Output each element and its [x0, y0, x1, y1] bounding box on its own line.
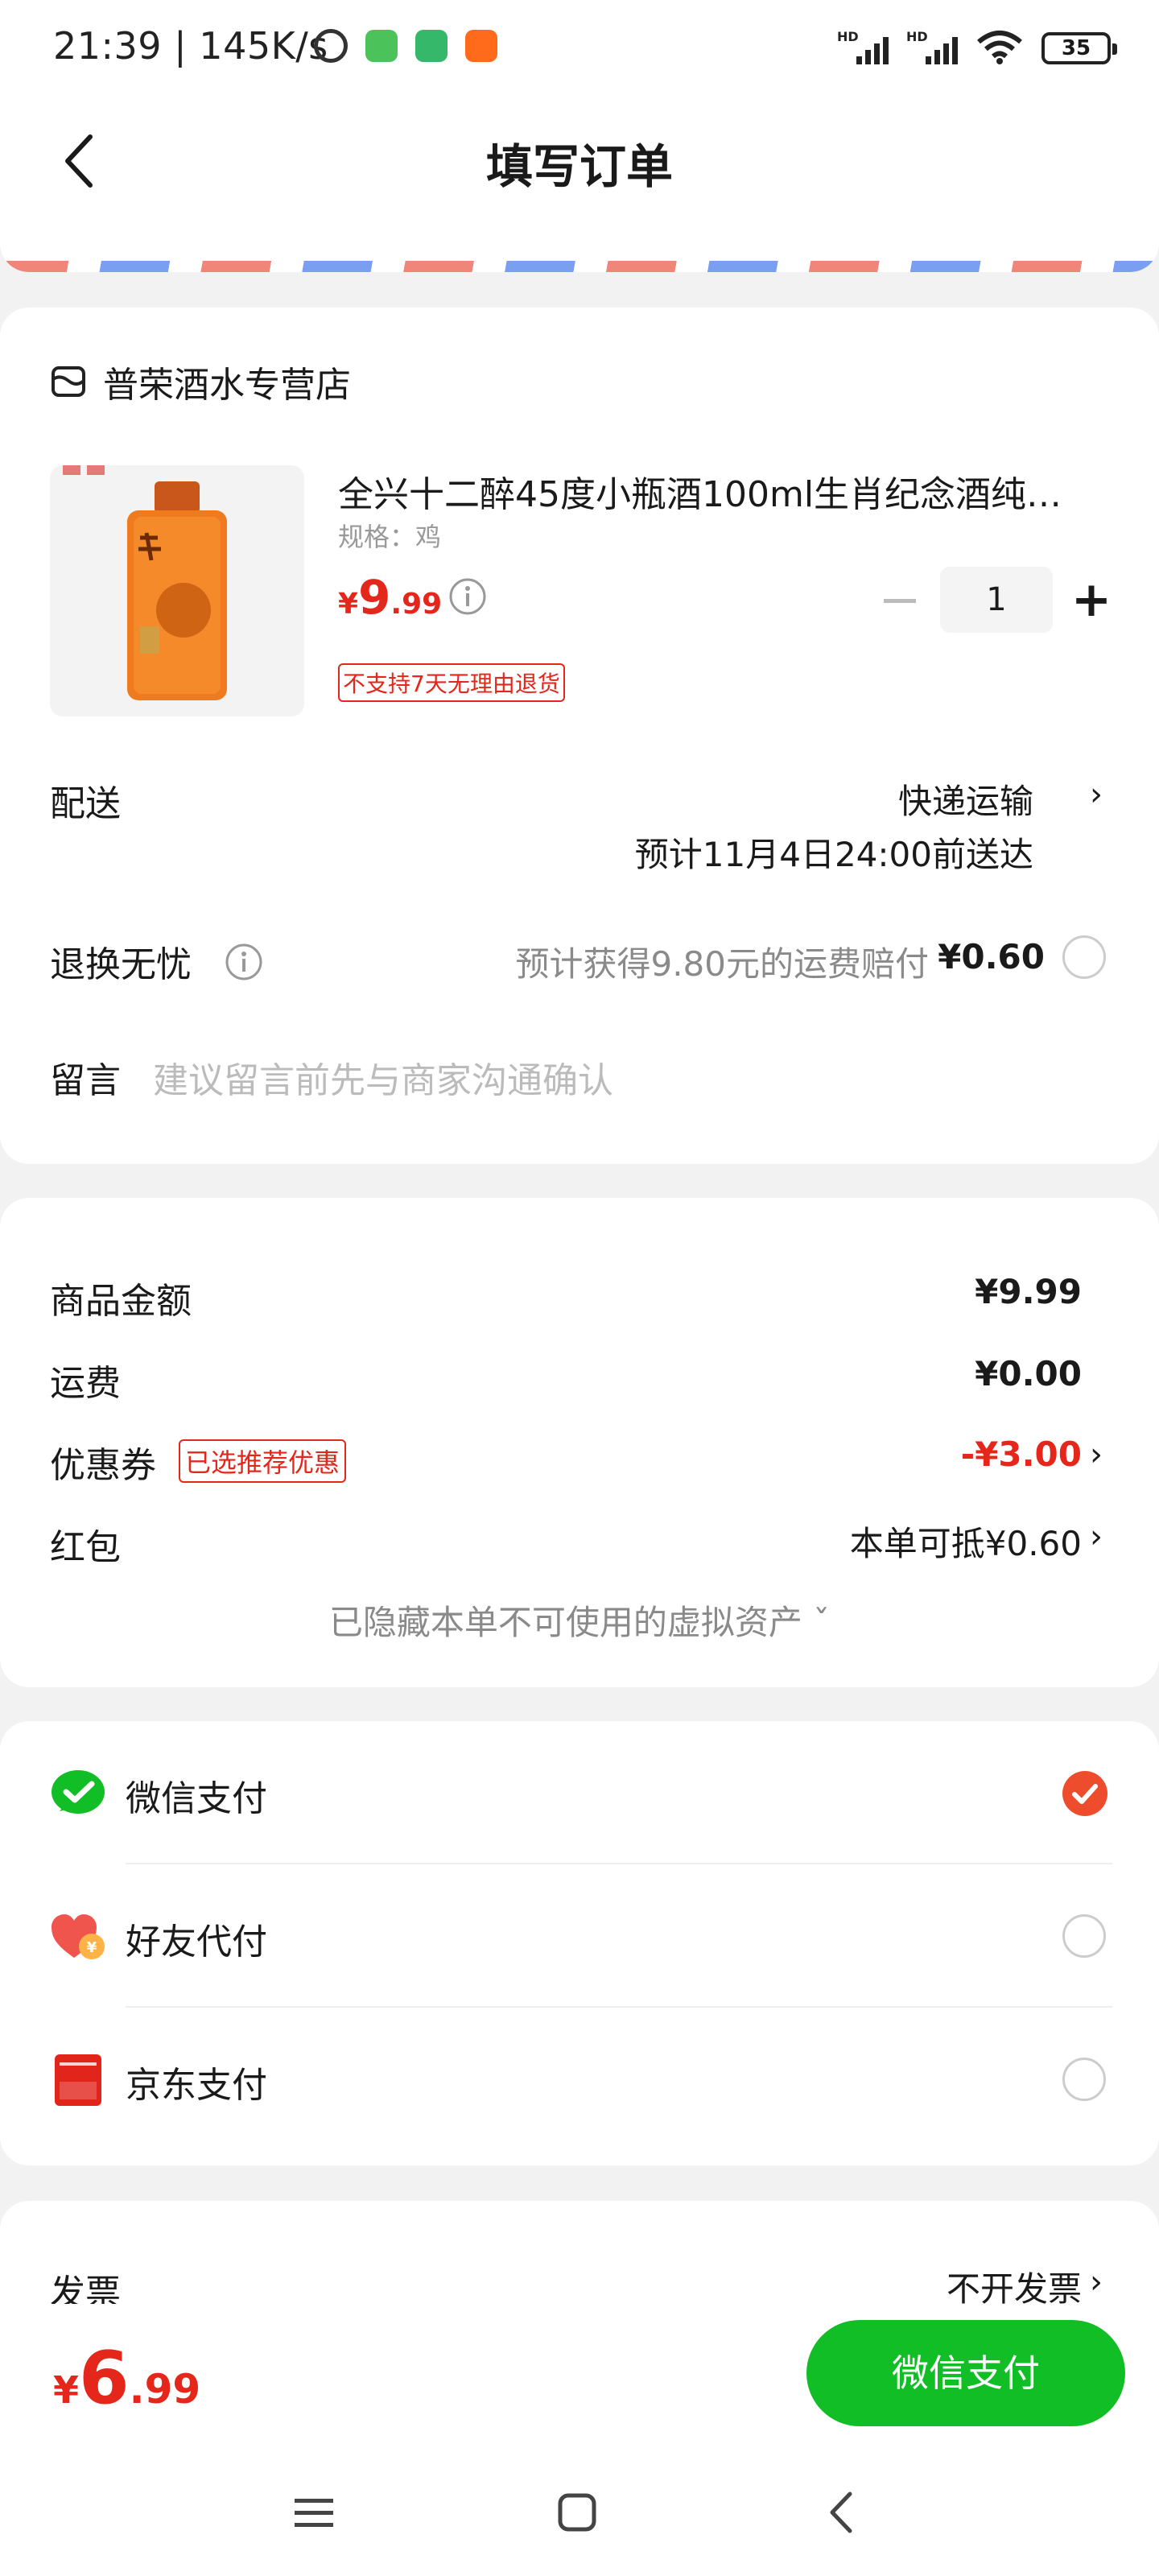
message-input[interactable]: 建议留言前先与商家沟通确认	[153, 1051, 613, 1103]
payment-label-friend: 好友代付	[126, 1922, 267, 1963]
quantity-plus-button[interactable]: +	[1069, 570, 1114, 630]
price-info-icon[interactable]	[448, 576, 488, 617]
checkout-bar: ¥6.99 微信支付	[0, 2304, 1159, 2576]
shipping-value: ¥0.00	[975, 1354, 1082, 1393]
total-price: ¥6.99	[53, 2336, 201, 2421]
alarm-icon	[314, 29, 348, 63]
coupon-value[interactable]: -¥3.00	[961, 1435, 1082, 1474]
app-notification-icon	[415, 30, 448, 62]
nav-bar: 填写订单	[0, 100, 1159, 221]
coupon-badge: 已选推荐优惠	[179, 1439, 347, 1483]
wechat-pay-icon	[52, 1770, 105, 1814]
hidden-assets-toggle[interactable]: 已隐藏本单不可使用的虚拟资产 ˇ	[0, 1596, 1159, 1645]
order-card: 普荣酒水专营店 全兴十二醉45度小瓶酒100ml生肖纪念酒纯… 规格：鸡 ¥9.…	[0, 308, 1159, 1164]
payment-radio-friend[interactable]	[1062, 1914, 1106, 1958]
return-worry-free-label: 退换无忧	[50, 944, 192, 985]
delivery-chevron-icon[interactable]: ›	[1090, 776, 1103, 813]
shop-name: 普荣酒水专营店	[103, 365, 351, 406]
home-icon[interactable]	[555, 2484, 600, 2541]
wechat-notification-icon	[365, 30, 398, 62]
status-bar: 21:39 | 145K/s HD HD 35	[0, 0, 1159, 100]
product-price: ¥9.99	[338, 570, 443, 625]
red-packet-value[interactable]: 本单可抵¥0.60	[850, 1517, 1082, 1566]
payment-radio-jd[interactable]	[1062, 2058, 1106, 2101]
shop-icon	[52, 366, 85, 397]
payment-option-friend[interactable]: ¥ 好友代付	[0, 1864, 1159, 2006]
return-worry-free-desc: 预计获得9.80元的运费赔付	[515, 944, 929, 984]
goods-amount-label: 商品金额	[50, 1281, 192, 1322]
return-worry-free-price: ¥0.60	[938, 937, 1045, 976]
price-summary-card: 商品金额 ¥9.99 运费 ¥0.00 优惠券 已选推荐优惠 -¥3.00 › …	[0, 1198, 1159, 1687]
payment-label-jd: 京东支付	[126, 2065, 267, 2106]
jd-pay-icon	[55, 2054, 101, 2106]
status-system-icons: HD HD 35	[837, 29, 1117, 64]
page-title: 填写订单	[485, 139, 673, 194]
friend-pay-icon: ¥	[52, 1914, 105, 1959]
delivery-label: 配送	[50, 783, 121, 824]
payment-option-jd[interactable]: 京东支付	[0, 2008, 1159, 2149]
product-spec: 规格：鸡	[338, 522, 442, 552]
invoice-chevron-icon[interactable]: ›	[1090, 2264, 1103, 2301]
coupon-label: 优惠券	[50, 1445, 156, 1486]
battery-icon: 35	[1041, 32, 1117, 64]
return-worry-free-radio[interactable]	[1062, 935, 1106, 979]
signal-icon-2: HD	[906, 29, 958, 64]
payment-option-wechat[interactable]: 微信支付	[0, 1721, 1159, 1863]
return-info-icon[interactable]	[224, 942, 264, 982]
menu-icon[interactable]	[291, 2484, 336, 2541]
shop-header[interactable]: 普荣酒水专营店	[50, 356, 351, 407]
goods-amount-value: ¥9.99	[975, 1272, 1082, 1311]
signal-icon: HD	[837, 29, 889, 64]
message-label: 留言	[50, 1060, 121, 1101]
shipping-label: 运费	[50, 1363, 121, 1404]
return-policy-badge: 不支持7天无理由退货	[338, 663, 565, 702]
status-notification-icons	[314, 29, 497, 63]
taobao-notification-icon	[465, 30, 497, 62]
coupon-chevron-icon[interactable]: ›	[1090, 1436, 1103, 1473]
status-time: 21:39 | 145K/s	[53, 24, 328, 68]
payment-label-wechat: 微信支付	[126, 1778, 267, 1819]
delivery-method[interactable]: 快递运输	[898, 774, 1033, 824]
liquor-bottle-image	[50, 465, 304, 716]
selected-check-icon[interactable]	[1062, 1771, 1107, 1816]
red-packet-label: 红包	[50, 1527, 121, 1568]
airmail-stripe	[0, 261, 1159, 272]
address-airmail-border	[0, 221, 1159, 272]
system-back-icon[interactable]	[819, 2484, 864, 2541]
red-packet-chevron-icon[interactable]: ›	[1090, 1518, 1103, 1555]
product-image[interactable]	[50, 465, 304, 716]
submit-pay-button[interactable]: 微信支付	[806, 2320, 1125, 2426]
quantity-minus-button[interactable]	[884, 599, 916, 603]
quantity-input[interactable]: 1	[940, 567, 1053, 633]
product-title[interactable]: 全兴十二醉45度小瓶酒100ml生肖纪念酒纯…	[338, 465, 1087, 517]
wifi-icon	[977, 31, 1022, 64]
delivery-eta: 预计11月4日24:00前送达	[634, 835, 1033, 874]
svg-text:¥: ¥	[87, 1939, 97, 1956]
payment-methods-card: 微信支付 ¥ 好友代付 京东支付	[0, 1721, 1159, 2165]
